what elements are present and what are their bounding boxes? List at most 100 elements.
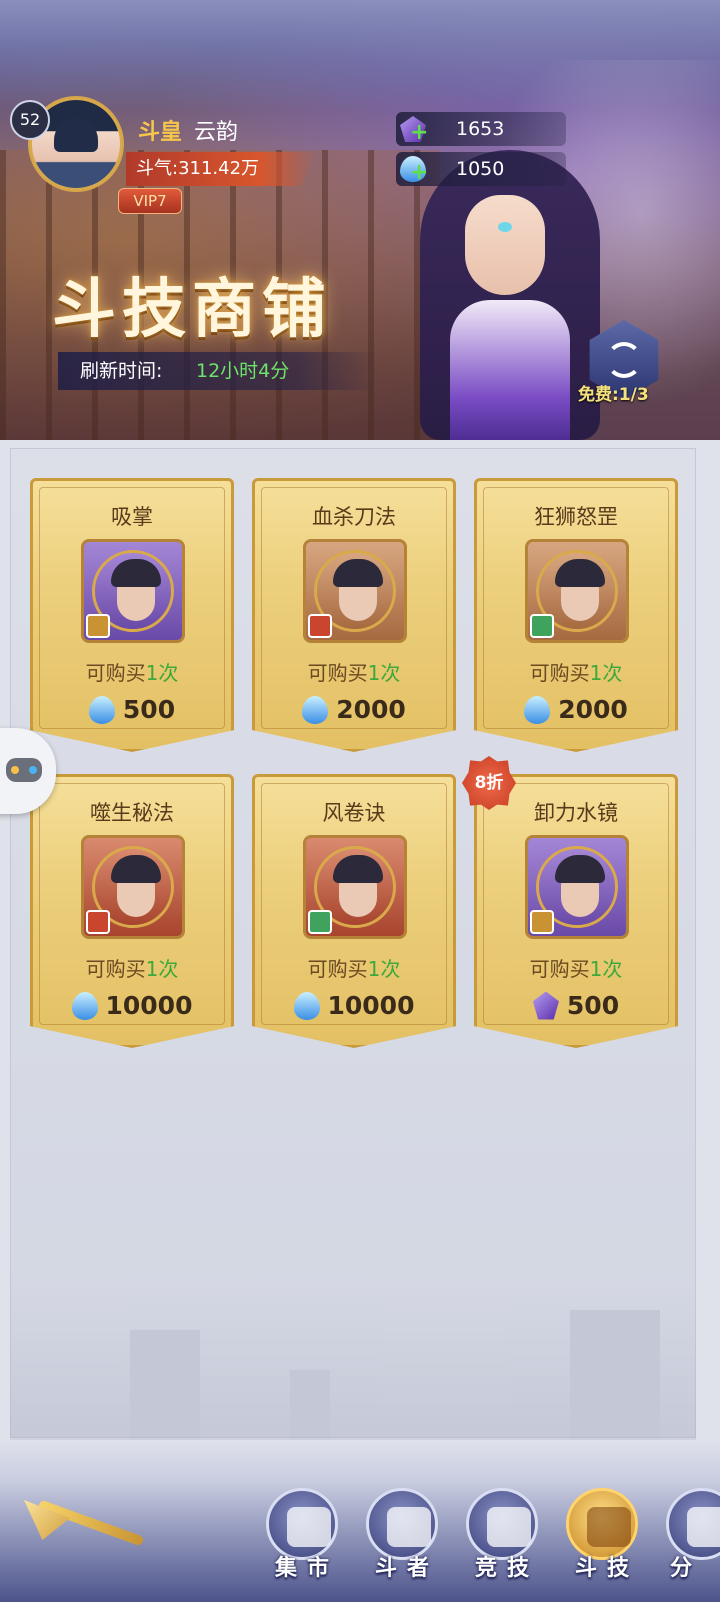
purchase-limit: 可购买1次 xyxy=(255,657,453,686)
city-tower xyxy=(290,1370,330,1440)
skill-glyph xyxy=(587,1507,631,1547)
item-name: 风卷诀 xyxy=(322,801,386,825)
limit-count: 1次 xyxy=(367,957,401,981)
item-portrait-frame xyxy=(525,539,629,643)
arena-glyph xyxy=(487,1507,531,1547)
currency-water: + 1050 xyxy=(396,152,566,186)
nav-tab-share[interactable]: 分 xyxy=(662,1488,720,1598)
purchase-limit: 可购买1次 xyxy=(477,657,675,686)
purchase-limit: 可购买1次 xyxy=(33,657,231,686)
shop-item-card[interactable]: 噬生秘法 可购买1次 10000 xyxy=(30,774,234,1048)
nav-label: 斗者 xyxy=(374,1556,439,1581)
share-glyph xyxy=(687,1507,720,1547)
element-badge-icon xyxy=(308,910,332,934)
shop-item-card[interactable]: 卸力水镜 可购买1次 500 xyxy=(474,774,678,1048)
price-value: 10000 xyxy=(327,991,415,1020)
refresh-label: 刷新时间: xyxy=(80,360,163,382)
price-value: 500 xyxy=(122,695,176,724)
nav-label: 集市 xyxy=(274,1556,339,1581)
page-title: 斗技商铺 xyxy=(52,272,332,347)
player-name: 云韵 xyxy=(194,120,239,145)
vip-badge[interactable]: VIP7 xyxy=(118,188,182,214)
blue-droplet-icon xyxy=(293,991,320,1020)
item-price[interactable]: 10000 xyxy=(33,991,231,1025)
nav-tab-skill-shop[interactable]: 斗技 xyxy=(562,1488,642,1598)
purple-crystal-icon xyxy=(532,991,559,1020)
blue-droplet-icon xyxy=(88,695,115,724)
city-tower xyxy=(570,1310,660,1440)
nav-tab-fighter[interactable]: 斗者 xyxy=(362,1488,442,1598)
price-value: 2000 xyxy=(336,695,406,724)
item-price[interactable]: 10000 xyxy=(255,991,453,1025)
element-badge-icon xyxy=(86,910,110,934)
refresh-timer-bar: 刷新时间: 12小时4分 xyxy=(58,352,378,390)
purchase-limit: 可购买1次 xyxy=(33,953,231,982)
free-refresh-count: 免费:1/3 xyxy=(578,385,649,405)
currency-crystal: + 1653 xyxy=(396,112,566,146)
refresh-arrows-icon xyxy=(606,342,642,378)
item-portrait-frame xyxy=(525,835,629,939)
fighter-glyph xyxy=(387,1507,431,1547)
gamepad-icon xyxy=(6,758,42,782)
price-value: 2000 xyxy=(558,695,628,724)
blue-droplet-icon xyxy=(302,695,329,724)
item-price[interactable]: 2000 xyxy=(255,695,453,729)
limit-count: 1次 xyxy=(589,957,623,981)
character-dress xyxy=(450,300,570,440)
item-portrait-frame xyxy=(303,835,407,939)
limit-prefix: 可购买 xyxy=(529,661,590,685)
panel-city-silhouette xyxy=(10,1290,696,1440)
element-badge-icon xyxy=(530,910,554,934)
limit-count: 1次 xyxy=(589,661,623,685)
player-rank: 斗皇 xyxy=(138,120,183,145)
nav-label: 竞技 xyxy=(474,1556,539,1581)
shop-item-card[interactable]: 风卷诀 可购买1次 10000 xyxy=(252,774,456,1048)
item-portrait-frame xyxy=(303,539,407,643)
shop-item-card[interactable]: 血杀刀法 可购买1次 2000 xyxy=(252,478,456,752)
element-badge-icon xyxy=(308,614,332,638)
currency-water-value: 1050 xyxy=(456,158,505,180)
element-badge-icon xyxy=(530,614,554,638)
refresh-countdown: 12小时4分 xyxy=(196,360,290,382)
item-name: 吸掌 xyxy=(111,505,153,529)
limit-count: 1次 xyxy=(145,661,179,685)
add-crystal-plus-icon[interactable]: + xyxy=(410,122,428,144)
shop-item-card[interactable]: 吸掌 可购买1次 500 xyxy=(30,478,234,752)
limit-count: 1次 xyxy=(145,957,179,981)
character-face xyxy=(465,195,545,295)
blue-droplet-icon xyxy=(524,695,551,724)
limit-count: 1次 xyxy=(367,661,401,685)
purchase-limit: 可购买1次 xyxy=(255,953,453,982)
item-portrait-frame xyxy=(81,835,185,939)
item-price[interactable]: 500 xyxy=(33,695,231,729)
limit-prefix: 可购买 xyxy=(307,661,368,685)
item-name: 狂狮怒罡 xyxy=(534,505,618,529)
item-name: 血杀刀法 xyxy=(312,505,396,529)
price-value: 10000 xyxy=(105,991,193,1020)
add-water-plus-icon[interactable]: + xyxy=(410,162,428,184)
nav-label: 分 xyxy=(670,1556,703,1581)
character-forehead-gem xyxy=(498,222,512,232)
limit-prefix: 可购买 xyxy=(307,957,368,981)
element-badge-icon xyxy=(86,614,110,638)
back-arrow-button[interactable] xyxy=(16,1490,156,1550)
nav-tab-arena[interactable]: 竞技 xyxy=(462,1488,542,1598)
limit-prefix: 可购买 xyxy=(529,957,590,981)
item-portrait-frame xyxy=(81,539,185,643)
nav-tab-market[interactable]: 集市 xyxy=(262,1488,342,1598)
limit-prefix: 可购买 xyxy=(85,661,146,685)
nav-label: 斗技 xyxy=(574,1556,639,1581)
price-value: 500 xyxy=(566,991,620,1020)
currency-crystal-value: 1653 xyxy=(456,118,505,140)
limit-prefix: 可购买 xyxy=(85,957,146,981)
city-tower xyxy=(130,1330,200,1440)
player-power: 斗气:311.42万 xyxy=(126,152,316,186)
item-price[interactable]: 500 xyxy=(477,991,675,1025)
shop-item-card[interactable]: 狂狮怒罡 可购买1次 2000 xyxy=(474,478,678,752)
item-name: 噬生秘法 xyxy=(90,801,174,825)
item-price[interactable]: 2000 xyxy=(477,695,675,729)
purchase-limit: 可购买1次 xyxy=(477,953,675,982)
player-level-badge: 52 xyxy=(10,100,50,140)
market-glyph xyxy=(287,1507,331,1547)
blue-droplet-icon xyxy=(71,991,98,1020)
